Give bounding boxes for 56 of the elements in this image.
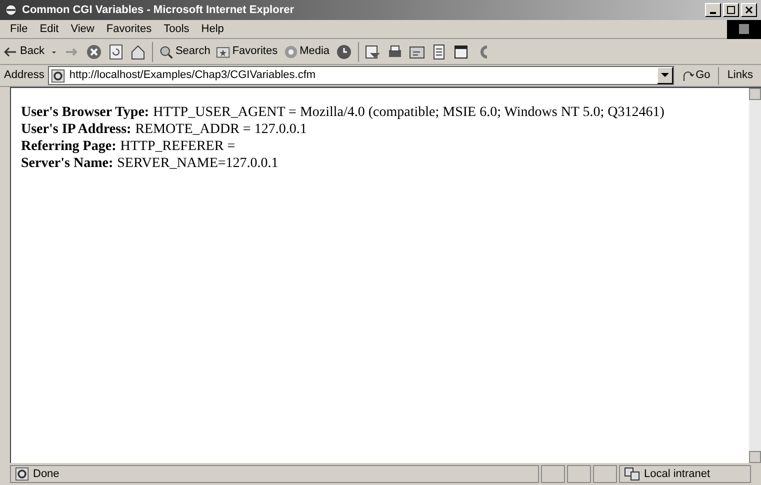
caret-icon [660,73,669,78]
go-arrow-icon [682,70,694,82]
browser-icon [4,3,18,17]
close-button[interactable] [741,3,757,17]
network-icon [624,467,640,481]
status-pane [567,465,591,483]
window-icon[interactable] [452,44,469,60]
dropdown-button[interactable] [656,67,673,84]
edit-icon[interactable] [408,44,425,60]
field-value: SERVER_NAME=127.0.0.1 [117,155,278,172]
back-arrow-icon [4,46,16,56]
field-value: REMOTE_ADDR = 127.0.0.1 [135,121,307,138]
menu-item[interactable]: Help [195,20,230,38]
mail-icon[interactable] [364,44,381,60]
go-button[interactable]: Go [678,67,714,84]
window-title: Common CGI Variables - Microsoft Internet Explorer [22,2,294,18]
minimize-button[interactable] [705,3,721,17]
close-icon [745,6,753,14]
field-label: Server's Name: [21,155,114,172]
menu-item[interactable]: View [64,20,100,38]
refresh-icon[interactable] [108,44,124,60]
stop-icon[interactable] [86,44,102,60]
disc-icon [284,44,298,58]
field-label: Referring Page: [21,138,116,155]
maximize-icon [727,6,735,14]
home-icon[interactable] [130,44,146,60]
history-icon[interactable] [336,44,352,60]
page-icon [51,68,66,82]
search-icon [159,44,174,58]
media-button[interactable]: Media [284,43,330,60]
field-value: HTTP_REFERER = [120,138,236,155]
zone-text: Local intranet [644,466,710,482]
address-label: Address [4,68,44,84]
field-value: HTTP_USER_AGENT = Mozilla/4.0 (compatible; MSIE 6.0; Windows NT 5.0; Q312461) [153,104,664,121]
menu-item[interactable]: Tools [158,20,196,38]
address-field[interactable]: http://localhost/Examples/Chap3/CGIVariables.cfm [48,66,674,85]
menu-item[interactable]: File [4,20,34,38]
address-text: http://localhost/Examples/Chap3/CGIVariables.cfm [69,68,317,84]
field-label: User's IP Address: [21,121,132,138]
scrollbar[interactable] [749,88,761,463]
back-button[interactable]: Back [4,43,44,60]
star-folder-icon [216,44,230,58]
status-pane [541,465,565,483]
menu-item[interactable]: Edit [34,20,65,38]
search-button[interactable]: Search [159,43,210,60]
print-icon[interactable] [386,44,403,60]
favorites-button[interactable]: Favorites [216,43,278,60]
menu-item[interactable]: Favorites [100,20,158,38]
windows-logo-icon [727,20,761,38]
document-icon[interactable] [430,44,447,60]
field-label: User's Browser Type: [21,104,150,121]
maximize-button[interactable] [723,3,739,17]
status-text: Done [33,466,60,482]
links-button[interactable]: Links [723,67,757,84]
page-icon [15,467,29,481]
status-pane [593,465,617,483]
